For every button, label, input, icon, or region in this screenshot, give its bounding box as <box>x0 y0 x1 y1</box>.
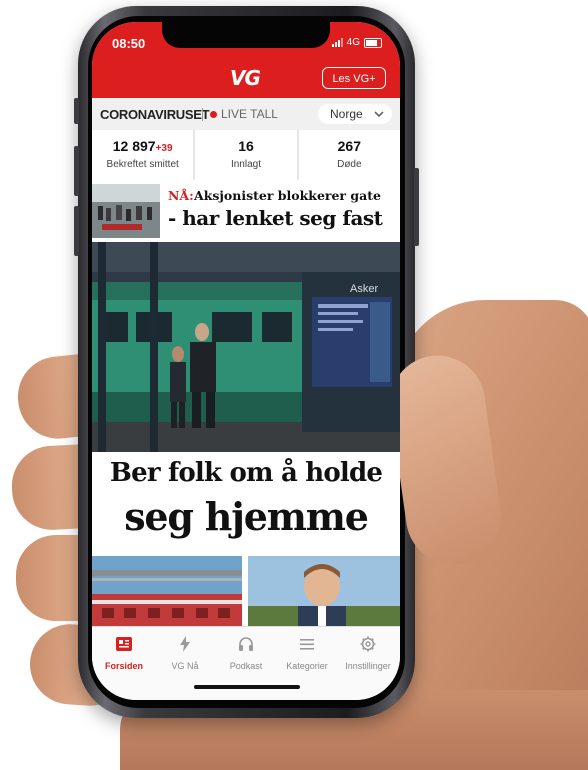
tab-label: VG Nå <box>171 661 199 671</box>
tab-forsiden[interactable]: Forsiden <box>94 635 154 671</box>
battery-icon <box>364 37 382 48</box>
chevron-down-icon <box>374 111 384 118</box>
main-headline[interactable]: Ber folk om å holde seg hjemme <box>92 454 400 550</box>
stat-delta: +39 <box>155 143 173 154</box>
signal-icon <box>331 38 343 47</box>
headphones-icon <box>239 637 253 651</box>
divider <box>202 108 203 121</box>
tab-label: Forsiden <box>104 661 143 671</box>
stat-deaths[interactable]: 267 Døde <box>298 130 400 180</box>
status-indicators: 4G <box>331 37 382 48</box>
stat-confirmed[interactable]: 12 897+39 Bekreftet smittet <box>92 130 194 180</box>
volume-down-button <box>74 206 79 256</box>
corona-stats: 12 897+39 Bekreftet smittet 16 Innlagt 2… <box>92 130 400 180</box>
phone-screen: 08:50 4G VG Les VG+ CORONAVIRUSET LIVE T… <box>92 22 400 700</box>
corona-bar[interactable]: CORONAVIRUSET LIVE TALL Norge <box>92 98 400 130</box>
tab-label: Podkast <box>229 661 263 671</box>
stat-label: Bekreftet smittet <box>106 159 179 170</box>
phone-notch <box>162 22 330 48</box>
vg-logo[interactable]: VG <box>217 67 273 89</box>
country-value: Norge <box>330 107 363 121</box>
headline-line1: Ber folk om å holde <box>109 458 383 488</box>
country-select[interactable]: Norge <box>318 104 392 124</box>
les-vg-plus-button[interactable]: Les VG+ <box>322 67 386 89</box>
power-button <box>414 168 419 246</box>
corona-title: CORONAVIRUSET <box>100 107 210 122</box>
stat-label: Innlagt <box>230 159 261 170</box>
app-header: 08:50 4G VG Les VG+ <box>92 22 400 98</box>
home-indicator[interactable] <box>194 685 300 689</box>
news-item[interactable]: NÅ: Aksjonister blokkerer gate - har len… <box>92 182 400 240</box>
stat-value: 16 <box>238 138 254 154</box>
menu-icon <box>300 639 314 650</box>
stat-label: Døde <box>337 159 362 170</box>
network-label: 4G <box>346 37 360 48</box>
mute-switch <box>74 98 79 124</box>
tab-vg-na[interactable]: VG Nå <box>155 635 215 671</box>
live-label: LIVE TALL <box>221 107 278 121</box>
live-dot-icon <box>210 111 217 118</box>
news-title-line2: - har lenket seg fast <box>168 206 383 230</box>
tab-innstillinger[interactable]: Innstillinger <box>338 635 398 671</box>
tab-label: Kategorier <box>286 661 328 671</box>
news-prefix: NÅ: <box>168 188 194 203</box>
headline-line2: seg hjemme <box>124 494 369 539</box>
tab-podkast[interactable]: Podkast <box>216 635 276 671</box>
volume-up-button <box>74 146 79 196</box>
news-title-line1: Aksjonister blokkerer gate <box>194 188 381 203</box>
tab-kategorier[interactable]: Kategorier <box>277 635 337 671</box>
stat-value: 12 897 <box>112 138 156 154</box>
article-thumbnail[interactable] <box>92 556 242 626</box>
station-sign-text: Asker <box>350 283 378 295</box>
article-thumbnail[interactable] <box>248 556 400 626</box>
newspaper-icon <box>116 637 132 651</box>
news-thumbnail <box>92 184 160 238</box>
stat-hospitalized[interactable]: 16 Innlagt <box>195 130 297 180</box>
status-time: 08:50 <box>112 36 146 51</box>
hero-image[interactable]: Asker <box>92 242 400 452</box>
gear-icon <box>360 636 376 652</box>
lightning-icon <box>180 636 190 652</box>
tab-label: Innstillinger <box>345 661 391 671</box>
stat-value: 267 <box>337 138 361 154</box>
